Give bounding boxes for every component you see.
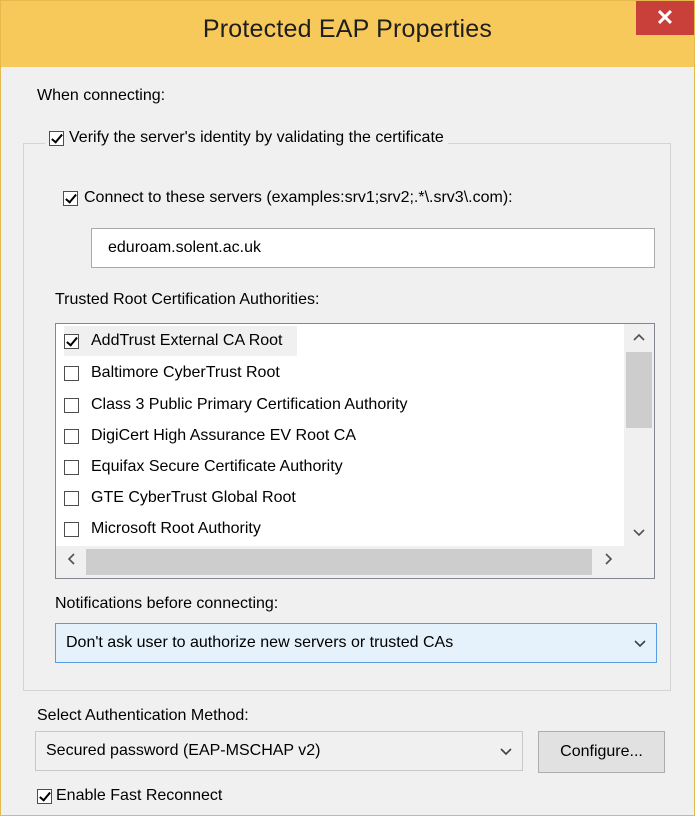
list-item[interactable]: AddTrust External CA Root: [64, 326, 297, 356]
certificate-label: AddTrust External CA Root: [91, 332, 283, 349]
certificate-checkbox[interactable]: [64, 333, 79, 349]
connect-servers-checkbox[interactable]: [63, 190, 78, 206]
list-item[interactable]: DigiCert High Assurance EV Root CA: [64, 421, 370, 451]
title-bar: Protected EAP Properties ✕: [1, 1, 694, 67]
certificate-label: Equifax Secure Certificate Authority: [91, 458, 343, 475]
list-item[interactable]: Microsoft Root Authority: [64, 514, 275, 544]
chevron-down-icon: [500, 732, 512, 770]
auth-method-value: Secured password (EAP-MSCHAP v2): [46, 742, 321, 759]
notifications-select[interactable]: Don't ask user to authorize new servers …: [55, 623, 657, 663]
certificate-checkbox[interactable]: [64, 459, 79, 475]
connect-servers-checkbox-row[interactable]: Connect to these servers (examples:srv1;…: [63, 189, 513, 207]
notifications-label: Notifications before connecting:: [55, 595, 279, 612]
verify-server-checkbox-row[interactable]: Verify the server's identity by validati…: [45, 129, 448, 147]
certificate-checkbox[interactable]: [64, 428, 79, 444]
certificate-list[interactable]: AddTrust External CA Root Baltimore Cybe…: [55, 323, 655, 579]
list-item[interactable]: GTE CyberTrust Global Root: [64, 483, 310, 513]
list-item[interactable]: Class 3 Public Primary Certification Aut…: [64, 390, 422, 420]
auth-method-select[interactable]: Secured password (EAP-MSCHAP v2): [35, 731, 523, 771]
certificate-checkbox[interactable]: [64, 521, 79, 537]
certificate-label: Microsoft Root Authority: [91, 520, 261, 537]
list-item[interactable]: Equifax Secure Certificate Authority: [64, 452, 357, 482]
scroll-right-icon[interactable]: [594, 552, 624, 568]
certificate-checkbox[interactable]: [64, 490, 79, 506]
servers-input[interactable]: eduroam.solent.ac.uk: [91, 228, 655, 268]
certificate-label: Baltimore CyberTrust Root: [91, 364, 280, 381]
auth-method-label: Select Authentication Method:: [37, 707, 249, 724]
notifications-value: Don't ask user to authorize new servers …: [66, 634, 454, 651]
horizontal-scrollbar[interactable]: [56, 546, 624, 578]
horizontal-scroll-thumb[interactable]: [86, 549, 592, 575]
verify-server-checkbox[interactable]: [49, 130, 64, 146]
fast-reconnect-checkbox[interactable]: [37, 788, 52, 804]
close-button[interactable]: ✕: [636, 1, 694, 35]
verify-server-label: Verify the server's identity by validati…: [69, 129, 444, 146]
fast-reconnect-label: Enable Fast Reconnect: [56, 787, 223, 804]
vertical-scrollbar[interactable]: [624, 324, 654, 546]
scroll-left-icon[interactable]: [56, 552, 86, 568]
scroll-up-icon[interactable]: [624, 328, 654, 344]
when-connecting-label: When connecting:: [37, 87, 166, 104]
certificate-checkbox[interactable]: [64, 397, 79, 413]
dialog-window: Protected EAP Properties ✕ When connecti…: [0, 0, 695, 816]
close-icon: ✕: [655, 5, 675, 30]
certificate-label: DigiCert High Assurance EV Root CA: [91, 427, 356, 444]
chevron-down-icon: [634, 624, 646, 662]
list-item[interactable]: Baltimore CyberTrust Root: [64, 358, 294, 388]
certificate-label: Class 3 Public Primary Certification Aut…: [91, 396, 408, 413]
certificate-checkbox[interactable]: [64, 365, 79, 381]
configure-button[interactable]: Configure...: [538, 731, 665, 773]
window-title: Protected EAP Properties: [202, 15, 493, 43]
trusted-root-label: Trusted Root Certification Authorities:: [55, 291, 320, 308]
certificate-label: GTE CyberTrust Global Root: [91, 489, 296, 506]
connect-servers-label: Connect to these servers (examples:srv1;…: [84, 189, 513, 206]
scroll-down-icon[interactable]: [624, 524, 654, 540]
scrollbar-corner: [624, 546, 654, 578]
fast-reconnect-checkbox-row[interactable]: Enable Fast Reconnect: [37, 787, 222, 805]
vertical-scroll-thumb[interactable]: [626, 352, 652, 428]
